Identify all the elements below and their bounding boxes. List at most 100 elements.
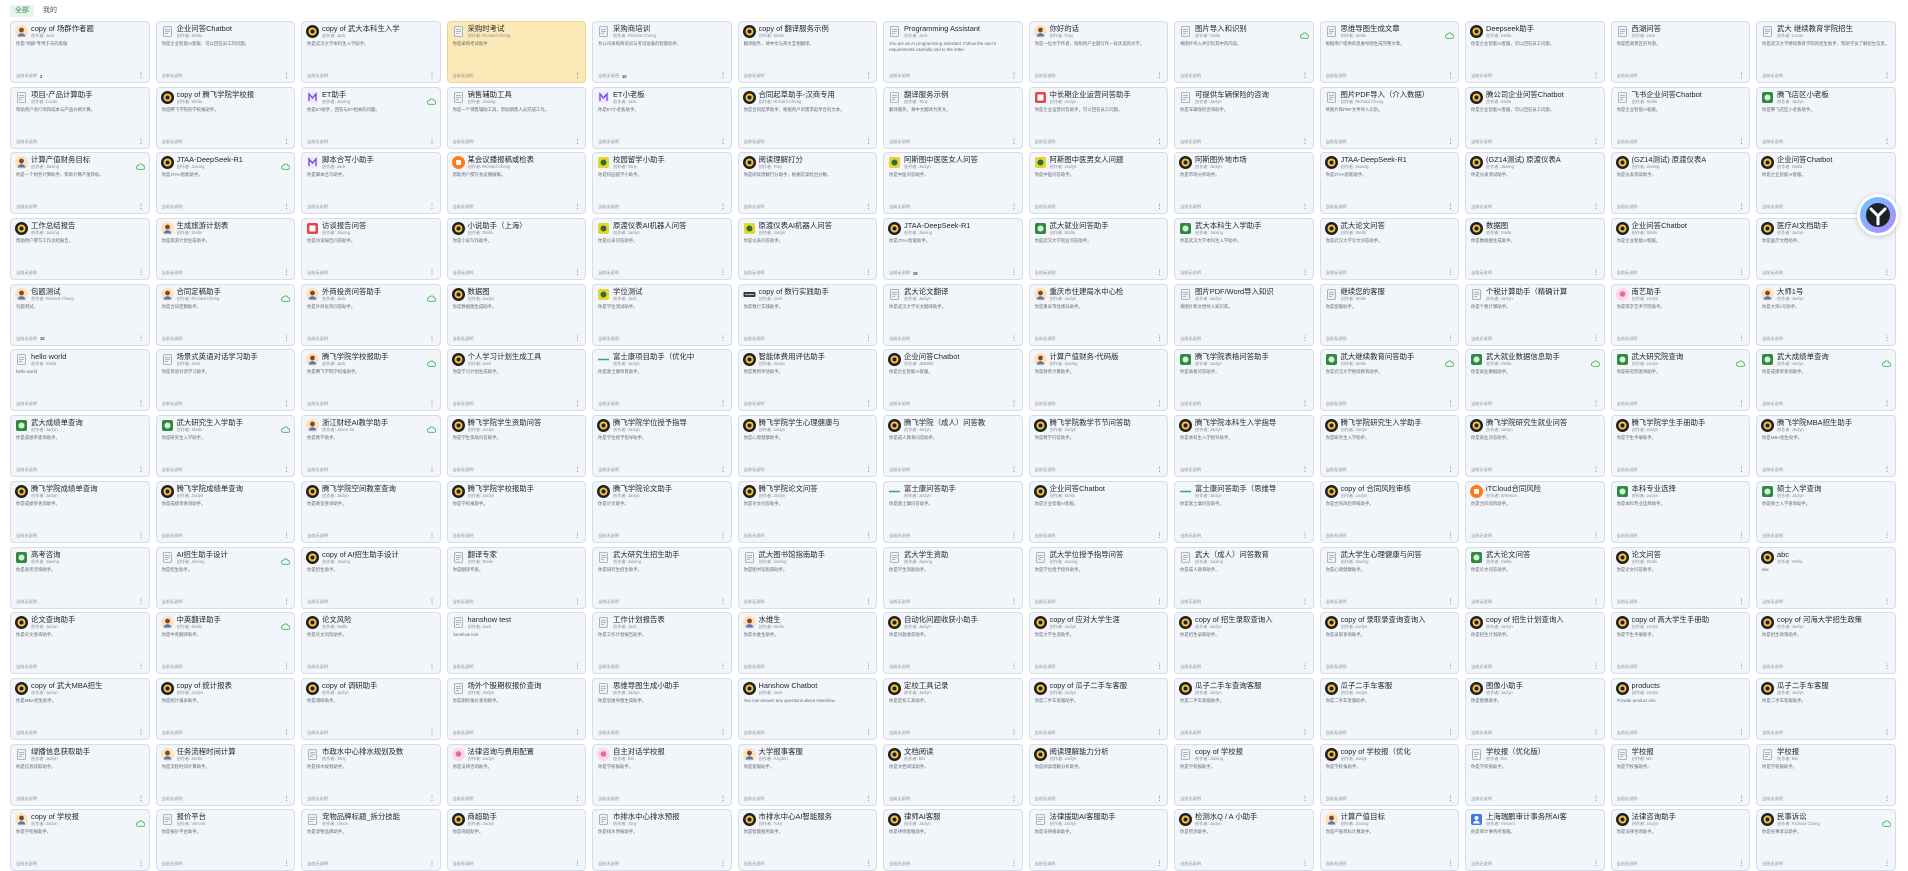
assistant-card[interactable]: 论文查询助手 创作者: Jaclyn 你是论文查询助手。 当前无说明 ⋮ — [10, 612, 150, 675]
more-options-icon[interactable]: ⋮ — [866, 270, 872, 276]
assistant-card[interactable]: 腾飞学院成绩单查询 创作者: Jaclyn 你是成绩单查询助手。 当前无说明 ⋮ — [155, 480, 295, 543]
more-options-icon[interactable]: ⋮ — [866, 401, 872, 407]
assistant-card[interactable]: 生成旅游计划表 创作者: Stella 你是旅游计划生成助手。 当前无说明 ⋮ — [155, 218, 295, 281]
assistant-card[interactable]: Programming Assistant 创作者: Jack You are an… — [883, 21, 1023, 83]
more-options-icon[interactable]: ⋮ — [1157, 796, 1163, 802]
more-options-icon[interactable]: ⋮ — [575, 139, 581, 145]
assistant-card[interactable]: 阅读理解能力分析 创作者: Jaclyn 你是阅读理解分析助手。 当前无说明 ⋮ — [1028, 743, 1168, 806]
more-options-icon[interactable]: ⋮ — [575, 730, 581, 736]
assistant-card[interactable]: 检测水Q / A 小助手 创作者: Jaclyn 你是检测助手。 当前无说明 ⋮ — [1174, 809, 1314, 871]
assistant-card[interactable]: 合同起草助手-汉商专用 创作者: Richard Cheng 你是合同起草助手，根据… — [737, 86, 877, 149]
more-options-icon[interactable]: ⋮ — [1448, 401, 1454, 407]
assistant-card[interactable]: 阿斯图中医医女人问答 创作者: Jaclyn 你是中医问答助手。 当前无说明 ⋮ — [883, 152, 1023, 215]
assistant-card[interactable]: 计算产值财务目标 创作者: Jiaxing 你是一个财务计算助手，帮助计算产值目标。… — [10, 152, 150, 215]
more-options-icon[interactable]: ⋮ — [429, 336, 435, 342]
assistant-card[interactable]: 浙江财经AI教学助手 创作者: Jason Xu 你是教学助手。 当前无说明 ⋮ — [301, 415, 441, 478]
more-options-icon[interactable]: ⋮ — [429, 73, 435, 79]
more-options-icon[interactable]: ⋮ — [1884, 730, 1890, 736]
more-options-icon[interactable]: ⋮ — [575, 664, 581, 670]
assistant-card[interactable]: 腾飞学院空间教室查询 创作者: Jaclyn 你是教室查询助手。 当前无说明 ⋮ — [301, 480, 441, 543]
assistant-card[interactable]: 本科专业选择 创作者: Jaclyn 你是本科专业选择助手。 当前无说明 ⋮ — [1610, 480, 1750, 543]
more-options-icon[interactable]: ⋮ — [284, 533, 290, 539]
more-options-icon[interactable]: ⋮ — [1593, 599, 1599, 605]
assistant-card[interactable]: 腾飞学院学校报助手 创作者: Jack 你是腾飞学院学校报助手。 当前无说明 ⋮ — [301, 349, 441, 412]
assistant-card[interactable]: copy of 学校报 创作者: Jaclyn 你是学校报助手。 当前无说明 ⋮ — [10, 809, 150, 871]
assistant-card[interactable]: 外商投资问答助手 创作者: Jack 你是外商投资问答助手。 当前无说明 ⋮ — [301, 283, 441, 346]
assistant-card[interactable]: 法律援助AI客服助手 创作者: Jaclyn 你是法律援助助手。 当前无说明 ⋮ — [1028, 809, 1168, 871]
more-options-icon[interactable]: ⋮ — [1884, 467, 1890, 473]
assistant-card[interactable]: JTAA-DeepSeek-R1 创作者: Jiaxing 你是JTAA智能助手。当… — [155, 152, 295, 215]
more-options-icon[interactable]: ⋮ — [720, 664, 726, 670]
more-options-icon[interactable]: ⋮ — [866, 796, 872, 802]
more-options-icon[interactable]: ⋮ — [1739, 73, 1745, 79]
more-options-icon[interactable]: ⋮ — [720, 139, 726, 145]
assistant-card[interactable]: 腾飞学院MBA招生助手 创作者: Jaclyn 你是MBA招生助手。 当前无说明 ⋮ — [1756, 415, 1896, 478]
assistant-card[interactable]: 项目-产品计算助手 创作者: Lucas 帮助用户进行项目成本与产品价格计算。 当前无… — [10, 86, 150, 149]
assistant-card[interactable]: 武大论文问答 创作者: Stella 你是武汉大学论文问答助手。 当前无说明 ⋮ — [1319, 218, 1459, 281]
assistant-card[interactable]: 阿斯图中医男女人问题 创作者: Jaclyn 你是中医问答助手。 当前无说明 ⋮ — [1028, 152, 1168, 215]
more-options-icon[interactable]: ⋮ — [429, 861, 435, 867]
assistant-card[interactable]: 包题测试 创作者: Richard Cheng 包题测试。 当前无说明 10 ⋮ — [10, 283, 150, 346]
more-options-icon[interactable]: ⋮ — [1302, 336, 1308, 342]
more-options-icon[interactable]: ⋮ — [284, 139, 290, 145]
more-options-icon[interactable]: ⋮ — [1739, 401, 1745, 407]
more-options-icon[interactable]: ⋮ — [1884, 336, 1890, 342]
more-options-icon[interactable]: ⋮ — [1884, 139, 1890, 145]
assistant-card[interactable]: 腾飞学院本科生入学指导 创作者: Jaclyn 你是本科生入学指导助手。 当前无说明 ⋮ — [1174, 415, 1314, 478]
more-options-icon[interactable]: ⋮ — [429, 467, 435, 473]
assistant-card[interactable]: abc 创作者: Stella abc 当前无说明 ⋮ — [1756, 546, 1896, 609]
more-options-icon[interactable]: ⋮ — [1448, 467, 1454, 473]
assistant-card[interactable]: 富士康问答助手 创作者: Jaclyn 你是富士康问答助手。 当前无说明 ⋮ — [883, 480, 1023, 543]
assistant-card[interactable]: 论文问答 创作者: Stella 你是论文问答助手。 当前无说明 ⋮ — [1610, 546, 1750, 609]
more-options-icon[interactable]: ⋮ — [284, 73, 290, 79]
more-options-icon[interactable]: ⋮ — [575, 533, 581, 539]
more-options-icon[interactable]: ⋮ — [720, 467, 726, 473]
more-options-icon[interactable]: ⋮ — [1448, 533, 1454, 539]
assistant-card[interactable]: 武大 继续教育学院招生 创作者: Lucas 你是武汉大学继续教育学院的招生助手，帮… — [1756, 21, 1896, 83]
more-options-icon[interactable]: ⋮ — [1884, 861, 1890, 867]
more-options-icon[interactable]: ⋮ — [284, 467, 290, 473]
assistant-card[interactable]: 中长期企业运营问答助手 创作者: Jaclyn 你是企业运营问答助手，可以回答员工问… — [1028, 86, 1168, 149]
floating-assistant-button[interactable] — [1857, 194, 1899, 236]
tab-mine[interactable]: 我的 — [38, 5, 62, 17]
assistant-card[interactable]: 销售辅助工具 创作者: Jiaxing 你是一个销售辅助工具，帮助销售人员完成工作。… — [446, 86, 586, 149]
assistant-card[interactable]: 思维导图生成小助手 创作者: Jaclyn 你是思维导图生成助手。 当前无说明 ⋮ — [592, 677, 732, 740]
more-options-icon[interactable]: ⋮ — [1302, 401, 1308, 407]
more-options-icon[interactable]: ⋮ — [1448, 861, 1454, 867]
more-options-icon[interactable]: ⋮ — [1157, 73, 1163, 79]
assistant-card[interactable]: 重庆市住建局水中心检 创作者: Jaclyn 你是重庆市住建局助手。 当前无说明 ⋮ — [1028, 283, 1168, 346]
assistant-card[interactable]: copy of 应对大学生涯 创作者: Jaclyn 你是大学生涯助手。 当前无说明 ⋮ — [1028, 612, 1168, 675]
assistant-card[interactable]: 腾飞学院学位授予指导 创作者: Jaclyn 你是学位授予指导助手。 当前无说明 ⋮ — [592, 415, 732, 478]
more-options-icon[interactable]: ⋮ — [720, 270, 726, 276]
more-options-icon[interactable]: ⋮ — [866, 861, 872, 867]
more-options-icon[interactable]: ⋮ — [138, 270, 144, 276]
more-options-icon[interactable]: ⋮ — [866, 73, 872, 79]
more-options-icon[interactable]: ⋮ — [866, 467, 872, 473]
assistant-card[interactable]: 大师1号 创作者: Jaclyn 你是大师1号助手。 当前无说明 ⋮ — [1756, 283, 1896, 346]
more-options-icon[interactable]: ⋮ — [1739, 599, 1745, 605]
assistant-card[interactable]: 武大（成人）问答教育 创作者: Jiaxing 你是成人教育助手。 当前无说明 ⋮ — [1174, 546, 1314, 609]
more-options-icon[interactable]: ⋮ — [429, 664, 435, 670]
more-options-icon[interactable]: ⋮ — [1884, 401, 1890, 407]
assistant-card[interactable]: 富士康项目助手（优化中 创作者: Jaclyn 你是富士康项目助手。 当前无说明 ⋮ — [592, 349, 732, 412]
more-options-icon[interactable]: ⋮ — [1157, 730, 1163, 736]
more-options-icon[interactable]: ⋮ — [1448, 336, 1454, 342]
assistant-card[interactable]: 腾飞店区小老板 创作者: Jaclyn 你是腾飞店区小老板助手。 当前无说明 ⋮ — [1756, 86, 1896, 149]
assistant-card[interactable]: copy of 翻译服务示例 创作者: Stella 翻译服务，将中文与英文互相翻译… — [737, 21, 877, 83]
more-options-icon[interactable]: ⋮ — [720, 73, 726, 79]
assistant-card[interactable]: copy of AI招生助手设计 创作者: Jiaxing 你是招生助手。 当前无说明… — [301, 546, 441, 609]
more-options-icon[interactable]: ⋮ — [866, 730, 872, 736]
more-options-icon[interactable]: ⋮ — [138, 336, 144, 342]
assistant-card[interactable]: copy of 场群作者题 创作者: Jack 你是"场群"专用于天的客服 当前无说明… — [10, 21, 150, 83]
more-options-icon[interactable]: ⋮ — [1448, 664, 1454, 670]
more-options-icon[interactable]: ⋮ — [284, 730, 290, 736]
assistant-card[interactable]: 自动化问题收获小助手 创作者: Jaclyn 你是问题收获助手。 当前无说明 ⋮ — [883, 612, 1023, 675]
more-options-icon[interactable]: ⋮ — [429, 533, 435, 539]
assistant-card[interactable]: 小说助手（上海） 创作者: Stella 你是小说写作助手。 当前无说明 ⋮ — [446, 218, 586, 281]
more-options-icon[interactable]: ⋮ — [866, 336, 872, 342]
assistant-card[interactable]: 阿斯图外地市场 创作者: Jaclyn 你是市场分析助手。 当前无说明 ⋮ — [1174, 152, 1314, 215]
assistant-card[interactable]: 场景式英语对话学习助手 创作者: Jack 你是英语对话学习助手。 当前无说明 ⋮ — [155, 349, 295, 412]
more-options-icon[interactable]: ⋮ — [138, 599, 144, 605]
assistant-card[interactable]: 数据图 创作者: Jaclyn 你是数据图生成助手。 当前无说明 ⋮ — [446, 283, 586, 346]
more-options-icon[interactable]: ⋮ — [575, 336, 581, 342]
